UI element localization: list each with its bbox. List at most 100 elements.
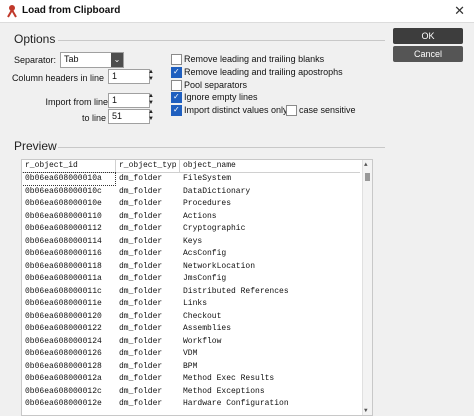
table-cell: Workflow [183,336,222,346]
remove-blanks-checkbox[interactable] [171,54,182,65]
vertical-scrollbar[interactable]: ▲ ▼ [362,160,372,415]
table-cell: dm_folder [119,374,163,383]
ok-button[interactable]: OK [393,28,463,44]
table-row[interactable]: 0b06ea608000010e dm_folder Procedures [22,198,360,211]
table-cell: Assemblies [183,324,232,333]
remove-apostrophs-checkbox[interactable] [171,67,182,78]
app-icon [7,5,17,18]
table-row[interactable]: 0b06ea6080000114 dm_folder Keys [22,236,360,249]
table-cell: dm_folder [119,286,163,296]
table-cell: NetworkLocation [183,261,256,271]
column-header-r-object-type[interactable]: r_object_typ [116,160,180,172]
table-row[interactable]: 0b06ea608000011a dm_folder JmsConfig [22,273,360,286]
import-from-spinner[interactable]: ▲ ▼ [147,93,155,108]
table-cell: Method Exec Results [183,374,275,383]
column-header-r-object-id[interactable]: r_object_id [22,160,116,172]
column-headers-spinner[interactable]: ▲ ▼ [147,69,155,84]
table-cell: dm_folder [119,324,163,333]
table-cell: dm_folder [119,311,163,321]
table-cell: Cryptographic [183,224,246,233]
table-row[interactable]: 0b06ea6080000112 dm_folder Cryptographic [22,223,360,236]
table-cell: Checkout [183,311,222,321]
table-row[interactable]: 0b06ea6080000118 dm_folder NetworkLocation [22,261,360,274]
table-cell: dm_folder [119,361,163,371]
to-line-value: 51 [112,111,123,121]
table-cell: 0b06ea6080000120 [25,311,102,321]
close-icon[interactable]: ✕ [454,3,465,19]
grid-header: r_object_id r_object_typ object_name [22,160,360,173]
table-row[interactable]: 0b06ea608000011e dm_folder Links [22,298,360,311]
table-cell: Method Exceptions [183,386,265,396]
scroll-down-icon[interactable]: ▼ [364,407,368,414]
distinct-values-label: Import distinct values only [184,105,288,115]
table-cell: FileSystem [183,174,232,183]
ignore-empty-lines-label: Ignore empty lines [184,92,258,102]
separator-value: Tab [64,54,79,64]
table-cell: dm_folder [119,186,163,196]
to-line-spinner[interactable]: ▲ ▼ [147,109,155,124]
table-row[interactable]: 0b06ea6080000122 dm_folder Assemblies [22,323,360,336]
chevron-down-icon[interactable]: ⌄ [111,53,123,67]
table-cell: dm_folder [119,274,163,283]
column-headers-label: Column headers in line [11,73,104,83]
title-bar: Load from Clipboard ✕ [0,0,474,23]
table-row[interactable]: 0b06ea6080000126 dm_folder VDM [22,348,360,361]
table-cell: VDM [183,349,198,358]
table-cell: Keys [183,236,203,246]
column-headers-input[interactable]: 1 [108,69,150,84]
remove-blanks-label: Remove leading and trailing blanks [184,54,325,64]
table-cell: Procedures [183,199,232,208]
table-cell: 0b06ea6080000110 [25,211,102,221]
case-sensitive-label: case sensitive [299,105,356,115]
table-cell: dm_folder [119,249,163,258]
table-cell: dm_folder [119,199,163,208]
table-row[interactable]: 0b06ea6080000120 dm_folder Checkout [22,311,360,324]
table-cell: 0b06ea6080000118 [25,261,102,271]
table-cell: Distributed References [183,286,289,296]
table-cell: 0b06ea6080000112 [25,224,102,233]
table-cell: Links [183,299,208,308]
table-row[interactable]: 0b06ea608000012e dm_folder Hardware Config… [22,398,360,411]
table-row[interactable]: 0b06ea6080000110 dm_folder Actions [22,211,360,224]
table-row[interactable]: 0b06ea608000012a dm_folder Method Exec Res… [22,373,360,386]
table-cell: 0b06ea608000011a [25,274,102,283]
preview-grid[interactable]: r_object_id r_object_typ object_name 0b0… [21,159,373,416]
import-from-value: 1 [112,95,118,105]
table-cell: dm_folder [119,299,163,308]
table-row[interactable]: 0b06ea608000010a dm_folder FileSystem [22,172,360,186]
preview-divider [58,147,385,148]
table-cell: JmsConfig [183,274,227,283]
table-row[interactable]: 0b06ea608000012c dm_folder Method Exceptio… [22,386,360,399]
table-row[interactable]: 0b06ea6080000116 dm_folder AcsConfig [22,248,360,261]
table-cell: 0b06ea608000012a [25,374,102,383]
table-cell: 0b06ea608000011e [25,299,102,308]
table-cell: 0b06ea608000012c [25,386,102,396]
table-row[interactable]: 0b06ea6080000124 dm_folder Workflow [22,336,360,349]
separator-select[interactable]: Tab ⌄ [60,52,124,68]
table-cell: dm_folder [119,399,163,408]
table-cell: 0b06ea6080000114 [25,236,102,246]
table-cell: dm_folder [119,349,163,358]
ignore-empty-lines-checkbox[interactable] [171,92,182,103]
distinct-values-checkbox[interactable] [171,105,182,116]
case-sensitive-checkbox[interactable] [286,105,297,116]
table-cell: dm_folder [119,386,163,396]
pool-separators-checkbox[interactable] [171,80,182,91]
separator-label: Separator: [13,55,56,65]
scrollbar-thumb[interactable] [365,173,370,181]
table-cell: 0b06ea608000010e [25,199,102,208]
table-cell: 0b06ea6080000128 [25,361,102,371]
scroll-up-icon[interactable]: ▲ [364,161,368,168]
column-header-object-name[interactable]: object_name [180,160,359,172]
options-divider [58,40,385,41]
table-cell: dm_folder [119,224,163,233]
table-row[interactable]: 0b06ea6080000128 dm_folder BPM [22,361,360,374]
import-from-input[interactable]: 1 [108,93,150,108]
table-row[interactable]: 0b06ea608000010c dm_folder DataDictionary [22,186,360,199]
options-heading: Options [14,32,56,46]
cancel-button[interactable]: Cancel [393,46,463,62]
to-line-input[interactable]: 51 [108,109,150,124]
table-cell: 0b06ea608000012e [25,399,102,408]
table-row[interactable]: 0b06ea608000011c dm_folder Distributed Ref… [22,286,360,299]
import-from-label: Import from line [45,97,108,107]
